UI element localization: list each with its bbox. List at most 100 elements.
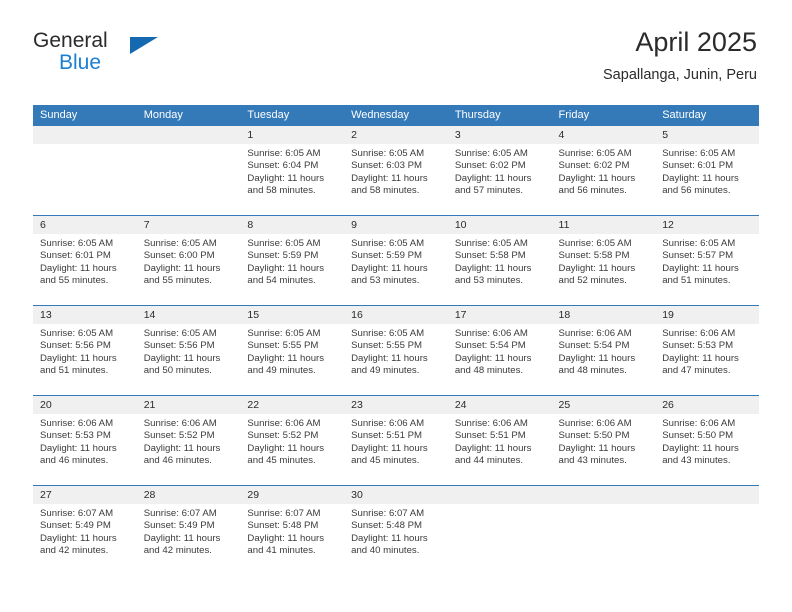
day-number: 10 [447, 216, 552, 234]
sunrise-text: Sunrise: 6:07 AM [351, 508, 425, 519]
sunrise-text: Sunrise: 6:06 AM [558, 328, 632, 339]
calendar-day-cell[interactable]: 20 Sunrise: 6:06 AM Sunset: 5:53 PM Dayligh… [33, 395, 137, 486]
month-calendar-table: Sunday Monday Tuesday Wednesday Thursday… [33, 105, 759, 575]
daylight-text-line1: Daylight: 11 hours [351, 442, 428, 454]
general-blue-logo[interactable]: General Blue [33, 30, 163, 82]
calendar-day-cell[interactable]: 12 Sunrise: 6:05 AM Sunset: 5:57 PM Dayligh… [655, 215, 759, 306]
day-number: 13 [33, 306, 137, 324]
day-cell-inner: 22 Sunrise: 6:06 AM Sunset: 5:52 PM Dayligh… [240, 396, 345, 485]
title-block: April 2025 Sapallanga, Junin, Peru [603, 26, 757, 85]
daylight-text-line1: Daylight: 11 hours [558, 442, 636, 454]
daylight-text-line1: Daylight: 11 hours [40, 532, 117, 544]
calendar-day-cell[interactable]: 23 Sunrise: 6:06 AM Sunset: 5:51 PM Dayligh… [344, 395, 448, 486]
day-details: Sunrise: 6:07 AM Sunset: 5:48 PM Daylight:… [344, 504, 448, 557]
day-cell-inner: 15 Sunrise: 6:05 AM Sunset: 5:55 PM Dayligh… [240, 306, 345, 395]
sunset-text: Sunset: 5:54 PM [454, 340, 526, 352]
day-number: 1 [240, 126, 345, 144]
daylight-text-line2: and 41 minutes. [247, 544, 316, 556]
sunset-text: Sunset: 6:03 PM [351, 160, 423, 172]
day-cell-inner: 18 Sunrise: 6:06 AM Sunset: 5:54 PM Dayligh… [551, 306, 656, 395]
day-details: Sunrise: 6:06 AM Sunset: 5:54 PM Daylight:… [448, 324, 552, 377]
calendar-week-row: 13 Sunrise: 6:05 AM Sunset: 5:56 PM Dayligh… [33, 305, 759, 396]
calendar-page: General Blue April 2025 Sapallanga, Juni… [0, 0, 792, 612]
sunrise-text: Sunrise: 6:05 AM [247, 148, 321, 159]
day-details: Sunrise: 6:05 AM Sunset: 5:55 PM Daylight:… [240, 324, 344, 377]
day-number: 21 [136, 396, 241, 414]
daylight-text-line1: Daylight: 11 hours [143, 442, 221, 454]
calendar-day-cell[interactable]: 22 Sunrise: 6:06 AM Sunset: 5:52 PM Dayligh… [240, 395, 345, 486]
calendar-day-cell[interactable]: 25 Sunrise: 6:06 AM Sunset: 5:50 PM Dayligh… [551, 395, 656, 486]
day-details: Sunrise: 6:05 AM Sunset: 5:58 PM Daylight:… [552, 234, 656, 287]
day-cell-inner: 20 Sunrise: 6:06 AM Sunset: 5:53 PM Dayligh… [33, 396, 137, 485]
calendar-day-cell-empty [447, 485, 552, 575]
sunrise-text: Sunrise: 6:05 AM [40, 328, 114, 339]
calendar-day-cell[interactable]: 5 Sunrise: 6:05 AM Sunset: 6:01 PM Daylight… [655, 126, 759, 216]
calendar-day-cell[interactable]: 30 Sunrise: 6:07 AM Sunset: 5:48 PM Dayligh… [344, 485, 448, 575]
day-number: 2 [344, 126, 448, 144]
day-details: Sunrise: 6:05 AM Sunset: 5:59 PM Daylight:… [344, 234, 448, 287]
daylight-text-line1: Daylight: 11 hours [662, 442, 739, 454]
daylight-text-line2: and 49 minutes. [351, 364, 420, 376]
calendar-day-cell[interactable]: 27 Sunrise: 6:07 AM Sunset: 5:49 PM Dayligh… [33, 485, 137, 575]
day-cell-inner: 25 Sunrise: 6:06 AM Sunset: 5:50 PM Dayligh… [551, 396, 656, 485]
calendar-day-cell[interactable]: 6 Sunrise: 6:05 AM Sunset: 6:01 PM Daylight… [33, 215, 137, 306]
daylight-text-line2: and 40 minutes. [351, 544, 420, 556]
sunset-text: Sunset: 5:55 PM [351, 340, 423, 352]
calendar-day-cell[interactable]: 14 Sunrise: 6:05 AM Sunset: 5:56 PM Dayligh… [136, 305, 241, 396]
sunset-text: Sunset: 5:48 PM [351, 520, 423, 532]
day-number: 22 [240, 396, 345, 414]
daylight-text-line1: Daylight: 11 hours [40, 442, 117, 454]
day-details: Sunrise: 6:05 AM Sunset: 5:56 PM Daylight:… [33, 324, 137, 377]
calendar-day-cell[interactable]: 24 Sunrise: 6:06 AM Sunset: 5:51 PM Dayligh… [447, 395, 552, 486]
calendar-day-cell[interactable]: 1 Sunrise: 6:05 AM Sunset: 6:04 PM Daylight… [240, 126, 345, 216]
sunset-text: Sunset: 5:54 PM [558, 340, 630, 352]
calendar-day-cell[interactable]: 19 Sunrise: 6:06 AM Sunset: 5:53 PM Dayligh… [655, 305, 759, 396]
day-number [136, 126, 241, 144]
sunrise-text: Sunrise: 6:07 AM [40, 508, 114, 519]
day-cell-inner: 13 Sunrise: 6:05 AM Sunset: 5:56 PM Dayligh… [33, 306, 137, 395]
daylight-text-line2: and 47 minutes. [662, 364, 731, 376]
calendar-day-cell[interactable]: 29 Sunrise: 6:07 AM Sunset: 5:48 PM Dayligh… [240, 485, 345, 575]
daylight-text-line2: and 56 minutes. [662, 184, 731, 196]
calendar-day-cell[interactable]: 8 Sunrise: 6:05 AM Sunset: 5:59 PM Daylight… [240, 215, 345, 306]
sunrise-text: Sunrise: 6:05 AM [558, 148, 632, 159]
day-cell-inner: 21 Sunrise: 6:06 AM Sunset: 5:52 PM Dayligh… [136, 396, 241, 485]
calendar-day-cell[interactable]: 21 Sunrise: 6:06 AM Sunset: 5:52 PM Dayligh… [136, 395, 241, 486]
calendar-day-cell[interactable]: 13 Sunrise: 6:05 AM Sunset: 5:56 PM Dayligh… [33, 305, 137, 396]
calendar-day-cell[interactable]: 18 Sunrise: 6:06 AM Sunset: 5:54 PM Dayligh… [551, 305, 656, 396]
calendar-day-cell[interactable]: 15 Sunrise: 6:05 AM Sunset: 5:55 PM Dayligh… [240, 305, 345, 396]
calendar-day-cell[interactable]: 4 Sunrise: 6:05 AM Sunset: 6:02 PM Daylight… [551, 126, 656, 216]
calendar-day-cell[interactable]: 10 Sunrise: 6:05 AM Sunset: 5:58 PM Dayligh… [447, 215, 552, 306]
sunset-text: Sunset: 6:00 PM [143, 250, 215, 262]
day-cell-inner: 23 Sunrise: 6:06 AM Sunset: 5:51 PM Dayligh… [344, 396, 448, 485]
sunrise-text: Sunrise: 6:06 AM [40, 418, 114, 429]
daylight-text-line1: Daylight: 11 hours [247, 532, 325, 544]
calendar-day-cell[interactable]: 7 Sunrise: 6:05 AM Sunset: 6:00 PM Daylight… [136, 215, 241, 306]
logo-text-blue: Blue [59, 51, 102, 74]
calendar-day-cell[interactable]: 16 Sunrise: 6:05 AM Sunset: 5:55 PM Dayligh… [344, 305, 448, 396]
calendar-day-cell[interactable]: 11 Sunrise: 6:05 AM Sunset: 5:58 PM Dayligh… [551, 215, 656, 306]
daylight-text-line1: Daylight: 11 hours [351, 532, 428, 544]
day-cell-inner: 8 Sunrise: 6:05 AM Sunset: 5:59 PM Daylight… [240, 216, 345, 305]
page-header: General Blue April 2025 Sapallanga, Juni… [33, 26, 757, 98]
calendar-week-row: 6 Sunrise: 6:05 AM Sunset: 6:01 PM Daylight… [33, 215, 759, 306]
calendar-day-cell[interactable]: 17 Sunrise: 6:06 AM Sunset: 5:54 PM Dayligh… [447, 305, 552, 396]
day-cell-inner: 14 Sunrise: 6:05 AM Sunset: 5:56 PM Dayligh… [136, 306, 241, 395]
sunrise-text: Sunrise: 6:05 AM [247, 238, 321, 249]
calendar-day-cell[interactable]: 9 Sunrise: 6:05 AM Sunset: 5:59 PM Daylight… [344, 215, 448, 306]
sunset-text: Sunset: 5:48 PM [247, 520, 319, 532]
daylight-text-line2: and 46 minutes. [40, 454, 109, 466]
calendar-day-cell[interactable]: 3 Sunrise: 6:05 AM Sunset: 6:02 PM Daylight… [447, 126, 552, 216]
daylight-text-line1: Daylight: 11 hours [662, 172, 739, 184]
calendar-day-cell[interactable]: 26 Sunrise: 6:06 AM Sunset: 5:50 PM Dayligh… [655, 395, 759, 486]
daylight-text-line2: and 46 minutes. [143, 454, 212, 466]
day-details: Sunrise: 6:05 AM Sunset: 6:04 PM Daylight:… [240, 144, 344, 197]
calendar-day-cell[interactable]: 28 Sunrise: 6:07 AM Sunset: 5:49 PM Dayligh… [136, 485, 241, 575]
sunrise-text: Sunrise: 6:05 AM [40, 238, 114, 249]
daylight-text-line1: Daylight: 11 hours [454, 442, 532, 454]
day-cell-inner: 5 Sunrise: 6:05 AM Sunset: 6:01 PM Daylight… [655, 126, 759, 215]
calendar-day-cell[interactable]: 2 Sunrise: 6:05 AM Sunset: 6:03 PM Daylight… [344, 126, 448, 216]
day-number: 9 [344, 216, 448, 234]
day-number: 7 [136, 216, 241, 234]
sunrise-text: Sunrise: 6:05 AM [662, 238, 736, 249]
